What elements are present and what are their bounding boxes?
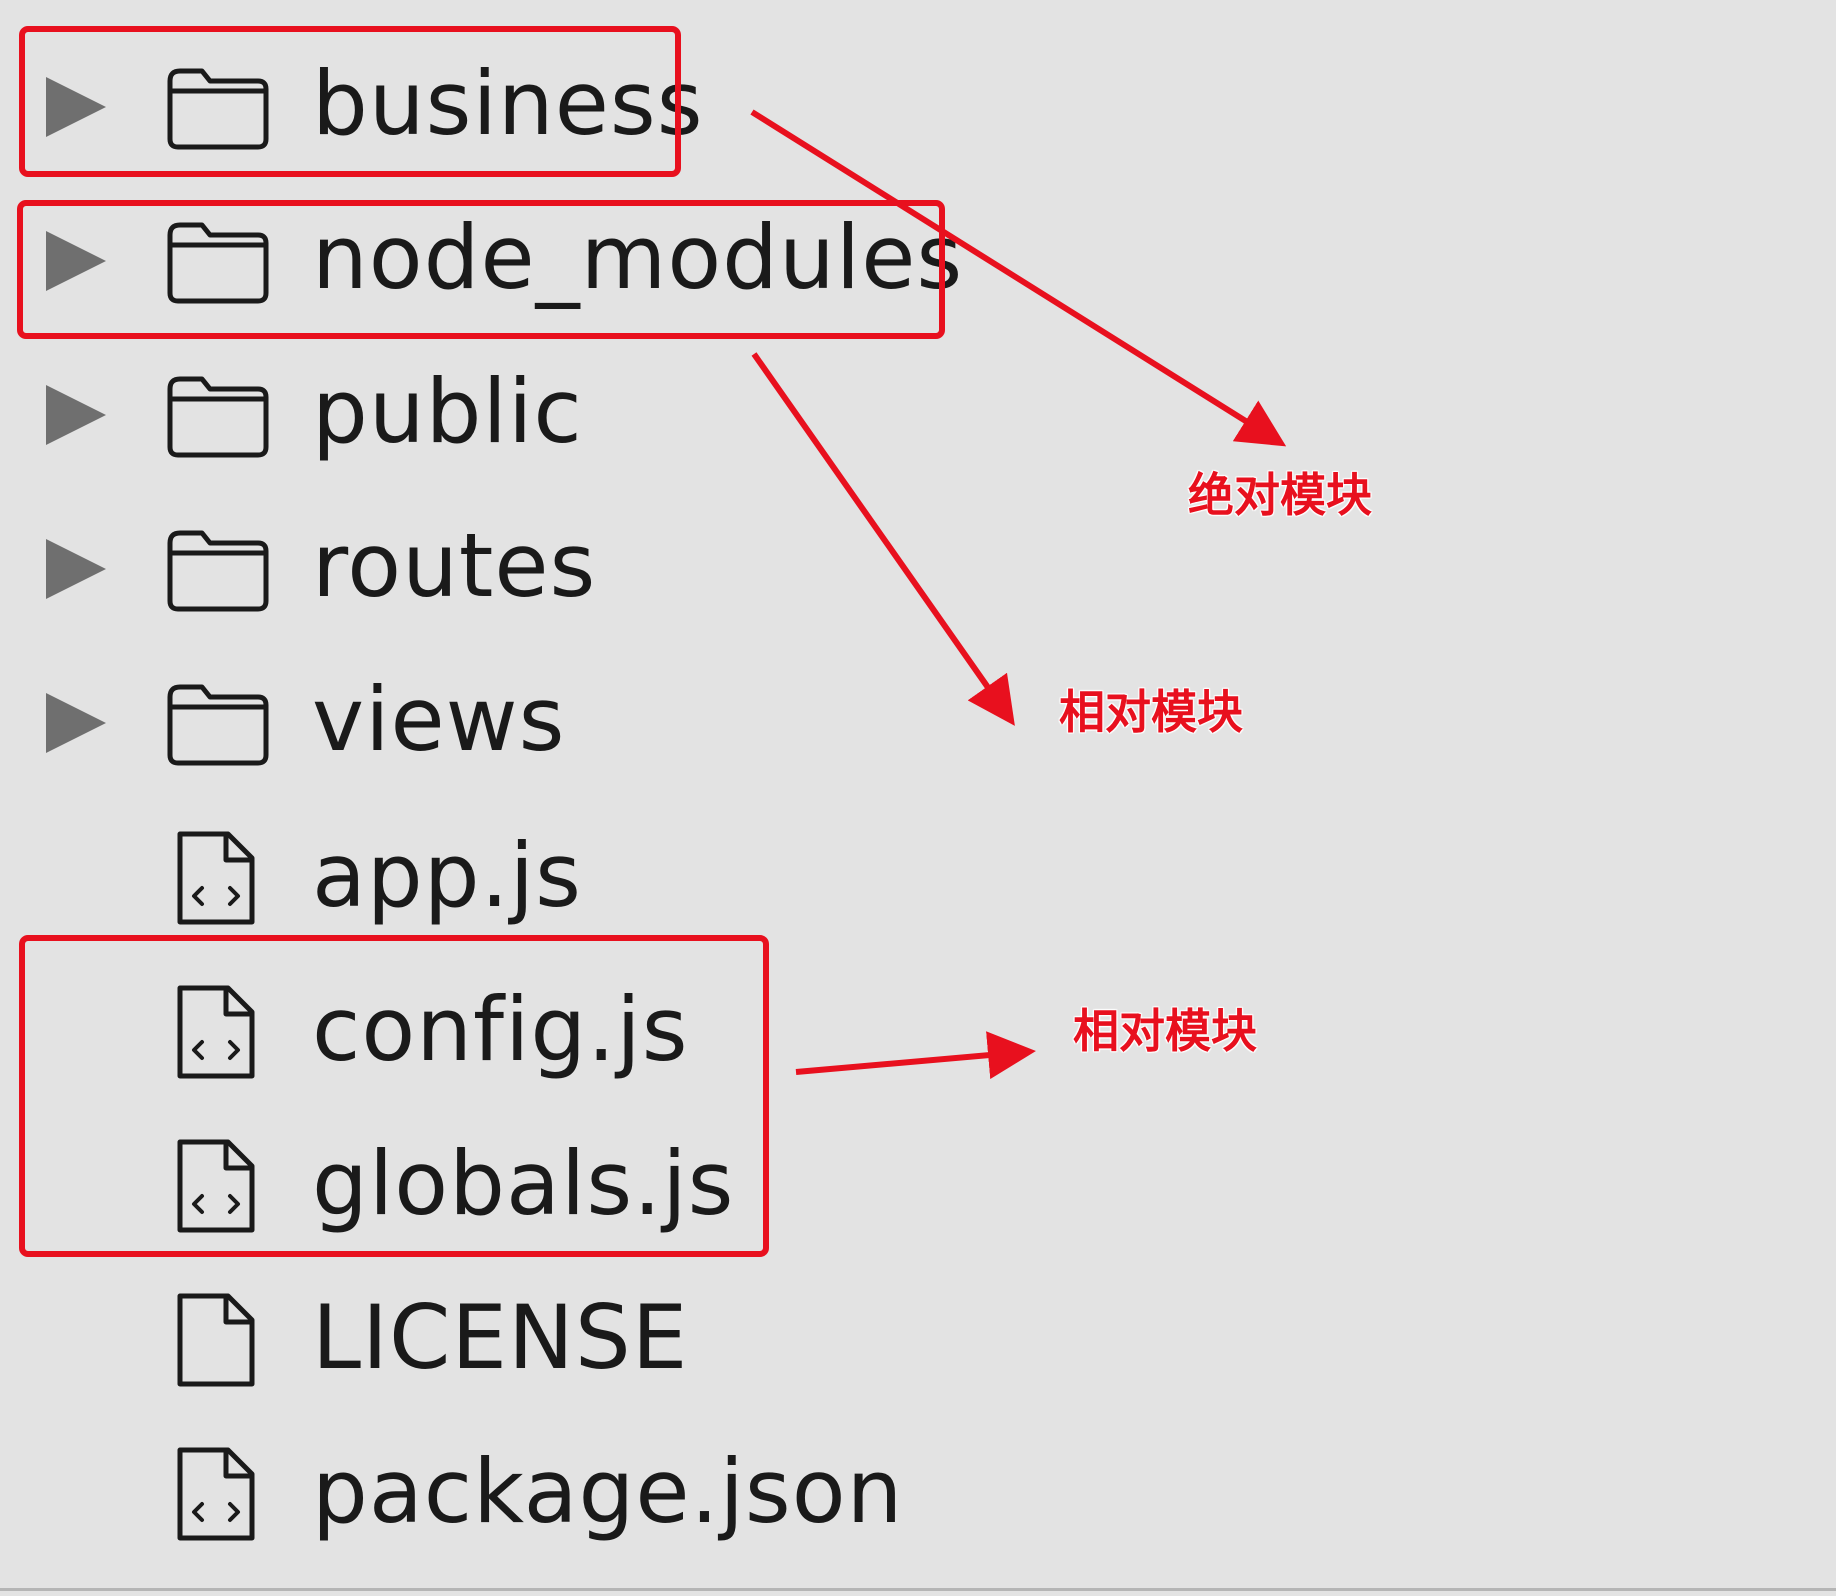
arrow-to-absolute-module [750,109,1287,447]
arrow-to-relative-module-2 [795,1031,1036,1080]
annotation-absolute-module: 绝对模块 [1188,468,1372,522]
annotation-relative-module-1: 相对模块 [1059,685,1243,739]
arrow-to-relative-module-1 [751,352,1015,726]
bottom-divider [0,1588,1836,1591]
annotation-overlay [17,26,1287,1257]
highlight-box-config-globals [19,935,769,1257]
annotation-relative-module-2: 相对模块 [1073,1004,1257,1058]
highlight-box-node-modules [17,200,945,339]
highlight-box-business [19,26,681,177]
